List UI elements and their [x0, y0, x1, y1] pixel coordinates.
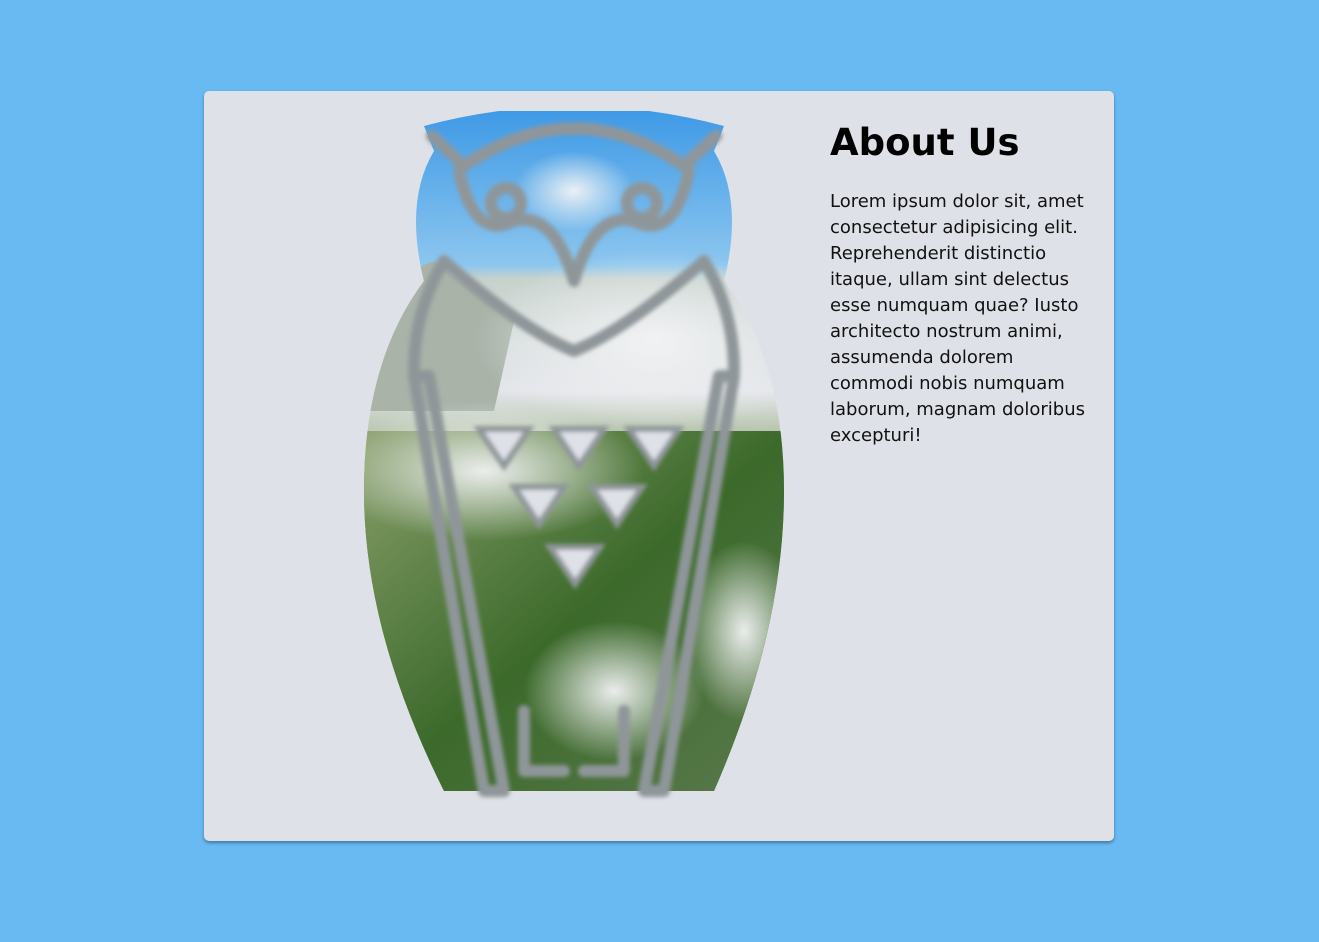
about-text-column: About Us Lorem ipsum dolor sit, amet con… [830, 121, 1090, 449]
about-paragraph: Lorem ipsum dolor sit, amet consectetur … [830, 191, 1086, 446]
about-card: About Us Lorem ipsum dolor sit, amet con… [204, 91, 1114, 841]
owl-illustration [354, 111, 794, 811]
owl-icon [364, 111, 784, 797]
page-title: About Us [830, 121, 1020, 164]
